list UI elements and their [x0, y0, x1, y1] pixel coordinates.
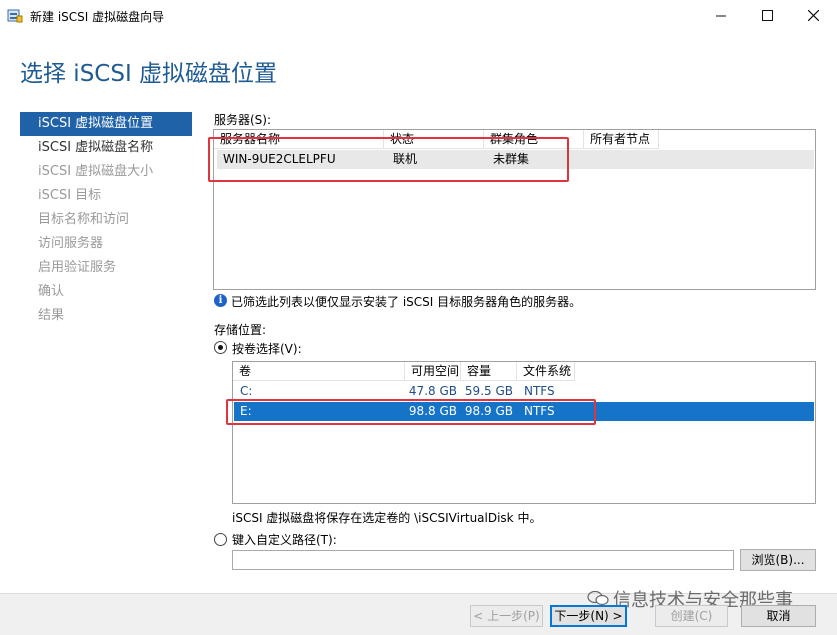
- volume-list-header: 卷 可用空间 容量 文件系统: [233, 362, 575, 381]
- info-text: 已筛选此列表以便仅显示安装了 iSCSI 目标服务器角色的服务器。: [231, 295, 582, 309]
- nav-item-access-servers: 访问服务器: [38, 236, 104, 251]
- title-bar: 新建 iSCSI 虚拟磁盘向导: [0, 0, 837, 31]
- nav-item-disk-location[interactable]: iSCSI 虚拟磁盘位置: [20, 112, 192, 136]
- storage-location-label: 存储位置:: [214, 323, 267, 337]
- nav-item-results: 结果: [38, 308, 65, 323]
- previous-button[interactable]: < 上一步(P): [470, 605, 543, 627]
- server-owner-cell: [587, 150, 662, 169]
- minimize-icon: [715, 15, 726, 17]
- cancel-button[interactable]: 取消: [741, 605, 816, 627]
- column-header-filesystem[interactable]: 文件系统: [517, 362, 575, 380]
- nav-item-target-name-access: 目标名称和访问: [38, 212, 130, 227]
- nav-item-disk-size: iSCSI 虚拟磁盘大小: [38, 164, 154, 179]
- page-heading: 选择 iSCSI 虚拟磁盘位置: [20, 61, 278, 87]
- nav-item-enable-auth: 启用验证服务: [38, 260, 117, 275]
- maximize-button[interactable]: [744, 0, 790, 31]
- volume-list[interactable]: 卷 可用空间 容量 文件系统 C: 47.8 GB 59.5 GB NTFS E…: [232, 361, 816, 504]
- nav-item-disk-name[interactable]: iSCSI 虚拟磁盘名称: [20, 136, 192, 160]
- nav-item-confirm: 确认: [38, 284, 65, 299]
- column-header-owner-node[interactable]: 所有者节点: [584, 130, 659, 148]
- close-button[interactable]: [790, 0, 836, 31]
- nav-item-iscsi-target: iSCSI 目标: [38, 188, 102, 203]
- column-header-free-space[interactable]: 可用空间: [405, 362, 461, 380]
- custom-path-label[interactable]: 键入自定义路径(T):: [232, 531, 337, 548]
- by-volume-radio[interactable]: [214, 341, 227, 354]
- next-button[interactable]: 下一步(N) >: [550, 605, 627, 627]
- maximize-icon: [761, 10, 773, 21]
- info-icon: i: [214, 294, 227, 307]
- window-title: 新建 iSCSI 虚拟磁盘向导: [30, 10, 165, 24]
- save-location-note: iSCSI 虚拟磁盘将保存在选定卷的 \iSCSIVirtualDisk 中。: [232, 511, 542, 525]
- create-button[interactable]: 创建(C): [655, 605, 728, 627]
- custom-path-radio[interactable]: [214, 533, 227, 546]
- highlight-box-server: [208, 137, 569, 182]
- wizard-app-icon: [7, 9, 23, 23]
- close-icon: [807, 10, 819, 21]
- custom-path-input[interactable]: [232, 550, 734, 570]
- wechat-icon: [587, 590, 609, 606]
- by-volume-label[interactable]: 按卷选择(V):: [232, 340, 302, 357]
- highlight-box-volume: [226, 399, 596, 425]
- servers-label: 服务器(S):: [214, 113, 272, 127]
- column-header-capacity[interactable]: 容量: [461, 362, 517, 380]
- wizard-nav: iSCSI 虚拟磁盘位置 iSCSI 虚拟磁盘名称 iSCSI 虚拟磁盘大小 i…: [20, 112, 192, 328]
- minimize-button[interactable]: [698, 0, 744, 31]
- column-header-volume[interactable]: 卷: [233, 362, 405, 380]
- browse-button[interactable]: 浏览(B)...: [740, 549, 816, 571]
